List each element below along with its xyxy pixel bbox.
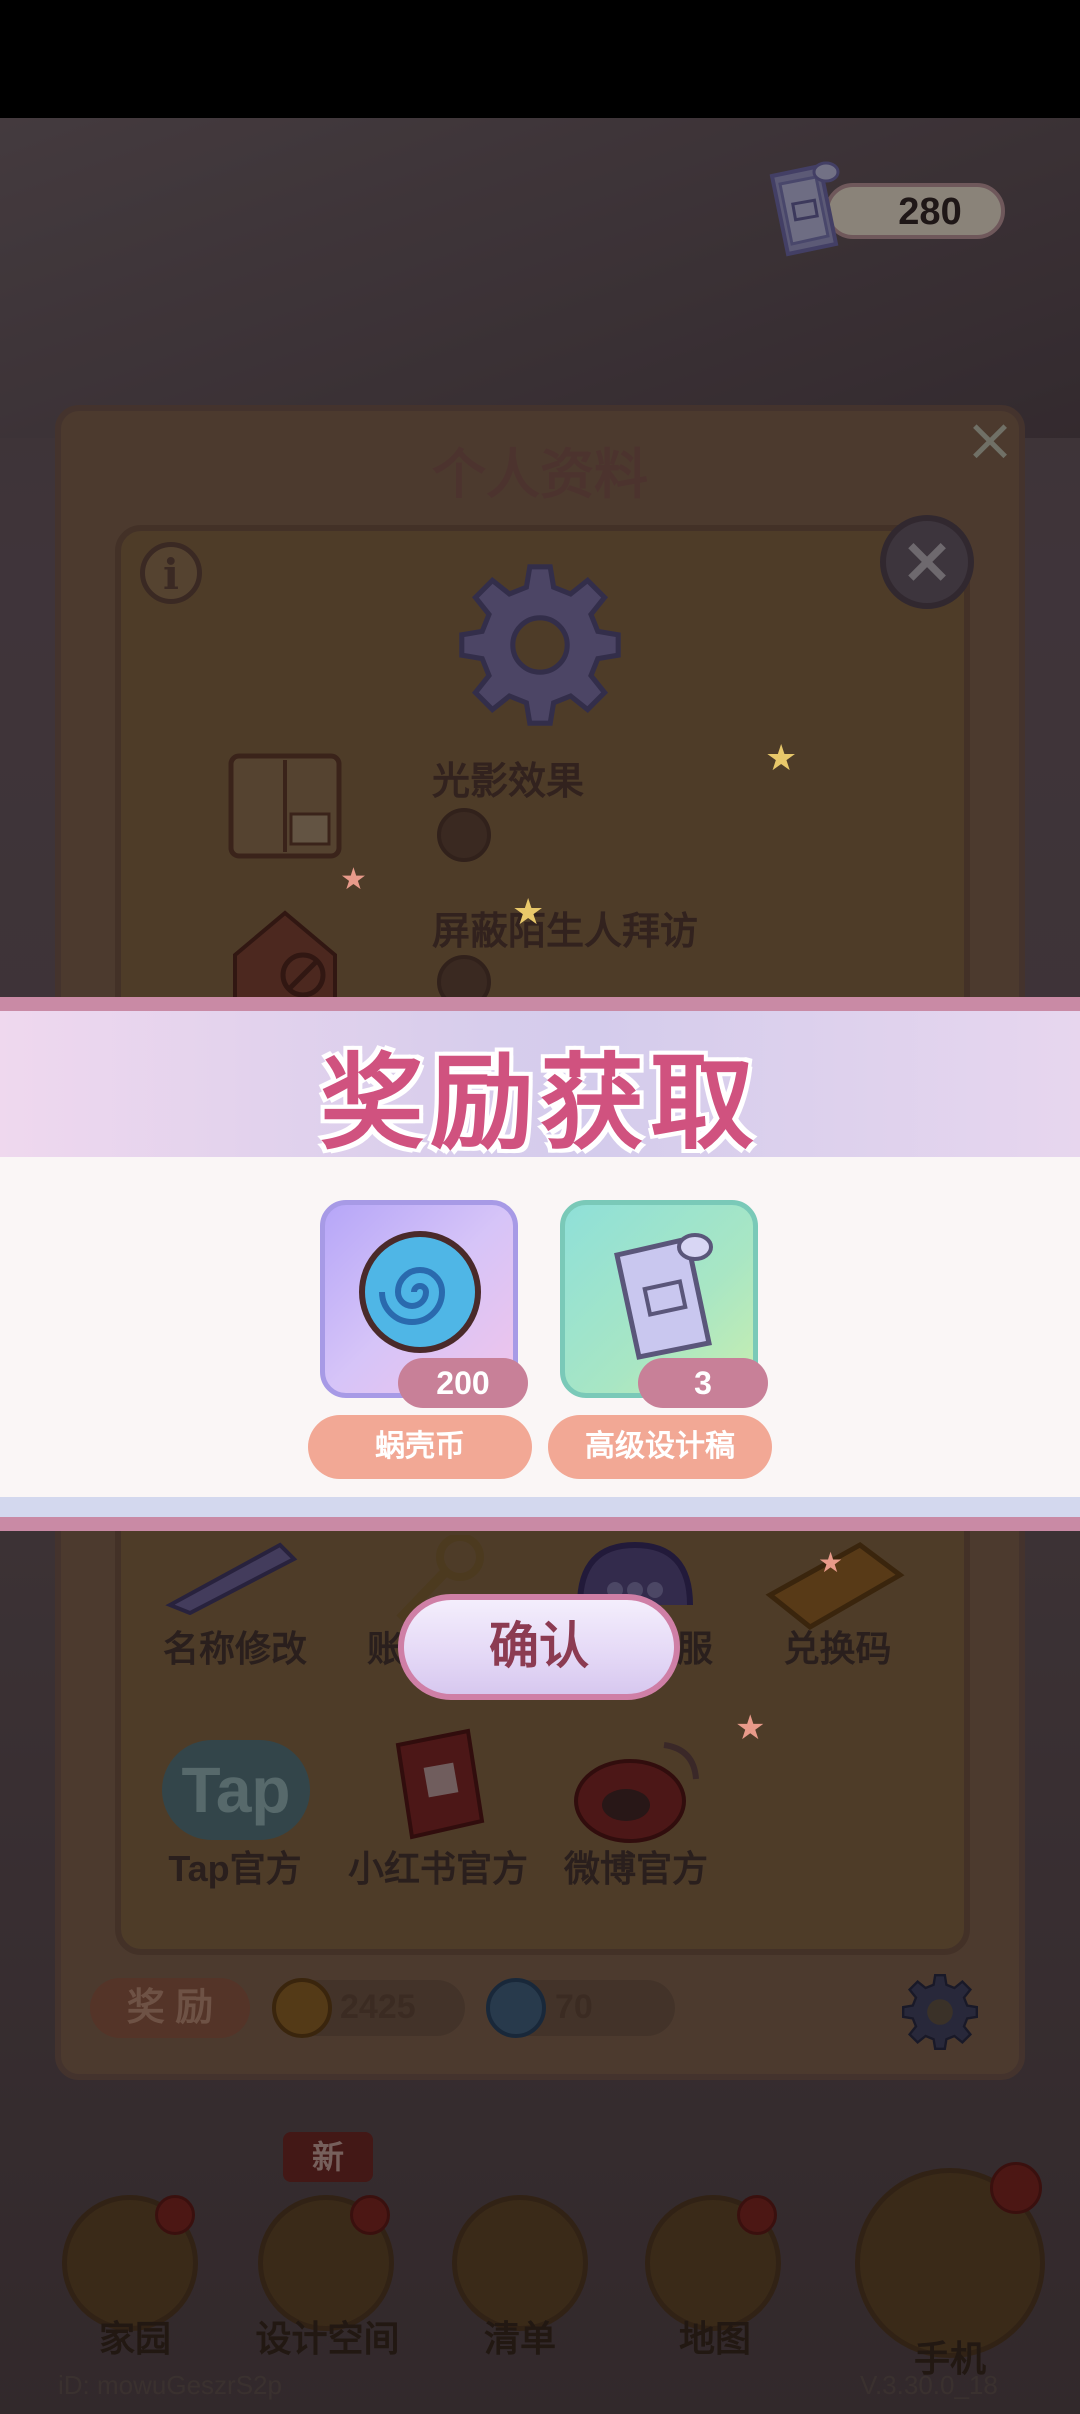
reward-stripe-bottom-pink [0,1517,1080,1531]
confirm-button[interactable]: 确认 [398,1594,680,1700]
reward-name-shell-coin: 蜗壳币 [308,1415,532,1479]
reward-stripe-bottom [0,1497,1080,1517]
reward-body [0,1157,1080,1497]
reward-count-blueprint: 3 [638,1358,768,1408]
reward-stripe-top [0,997,1080,1011]
sparkle-icon: ★ [340,862,367,897]
sparkle-icon: ★ [765,738,798,779]
sparkle-icon: ★ [512,892,545,933]
blueprint-icon [614,1233,713,1360]
reward-count-shell-coin: 200 [398,1358,528,1408]
reward-name-blueprint: 高级设计稿 [548,1415,772,1479]
sparkle-icon: ★ [735,1708,766,1748]
game-screen: 280 个人资料 × i × 光影效果 屏蔽陌生人拜访 名称修改 账 服 兑换码… [0,0,1080,2414]
sparkle-icon: ★ [818,1546,844,1579]
shell-coin-icon [359,1231,481,1353]
reward-title: 奖励获取 [319,1046,760,1162]
